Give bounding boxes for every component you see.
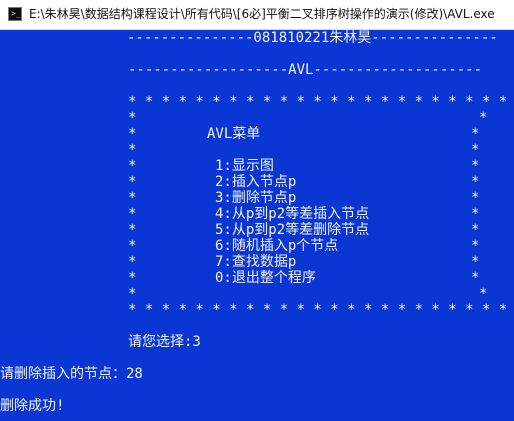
menu-border-left: * — [128, 110, 137, 126]
window-title-bar: >_ E:\朱林昊\数据结构课程设计\所有代码\[6必]平衡二叉排序树操作的演示… — [0, 0, 514, 30]
menu-border-right: * — [471, 238, 480, 254]
delete-node-prompt: 请删除插入的节点：28 — [0, 366, 143, 382]
menu-item-range-delete: 5:从p到p2等差删除节点 — [215, 222, 370, 238]
window-title: E:\朱林昊\数据结构课程设计\所有代码\[6必]平衡二叉排序树操作的演示(修改… — [29, 7, 495, 21]
menu-border-left: * — [128, 174, 137, 190]
menu-border-left: * — [128, 142, 137, 158]
menu-border-left: * — [128, 206, 137, 222]
menu-item-range-insert: 4:从p到p2等差插入节点 — [215, 206, 370, 222]
choice-prompt: 请您选择:3 — [128, 334, 201, 350]
menu-border-right: * — [471, 270, 480, 286]
menu-item-exit: 0:退出整个程序 — [215, 270, 316, 286]
menu-item-delete-node: 3:删除节点p — [215, 190, 297, 206]
console-output[interactable]: ---------------081810221朱林昊-------------… — [0, 30, 514, 421]
menu-border-left: * — [128, 238, 137, 254]
menu-title: AVL菜单 — [207, 126, 261, 142]
menu-border-right: * — [471, 126, 480, 142]
menu-border-right: * — [479, 110, 488, 126]
menu-border-left: * — [128, 158, 137, 174]
menu-border-right: * — [471, 222, 480, 238]
menu-border-right: * — [471, 158, 480, 174]
menu-item-search: 7:查找数据p — [215, 254, 297, 270]
delete-success-message: 删除成功! — [0, 398, 65, 414]
menu-item-show-graph: 1:显示图 — [215, 158, 274, 174]
menu-border-left: * — [128, 222, 137, 238]
menu-border-left: * — [128, 270, 137, 286]
menu-border-right: * — [479, 286, 488, 302]
menu-item-insert-node: 2:插入节点p — [215, 174, 297, 190]
menu-border-top: * * * * * * * * * * * * * * * * * * * * … — [128, 94, 514, 110]
avl-separator-line: -------------------AVL------------------… — [128, 62, 483, 78]
menu-border-right: * — [471, 206, 480, 222]
menu-border-right: * — [471, 254, 480, 270]
menu-border-right: * — [471, 174, 480, 190]
menu-border-left: * — [128, 286, 137, 302]
console-app-icon[interactable]: >_ — [8, 7, 22, 21]
menu-border-left: * — [128, 190, 137, 206]
menu-border-bottom: * * * * * * * * * * * * * * * * * * * * … — [128, 302, 514, 318]
menu-border-right: * — [471, 190, 480, 206]
menu-item-random-insert: 6:随机插入p个节点 — [215, 238, 339, 254]
menu-border-right: * — [471, 142, 480, 158]
header-separator-line: ---------------081810221朱林昊-------------… — [127, 30, 498, 46]
menu-border-left: * — [128, 126, 137, 142]
menu-border-left: * — [128, 254, 137, 270]
